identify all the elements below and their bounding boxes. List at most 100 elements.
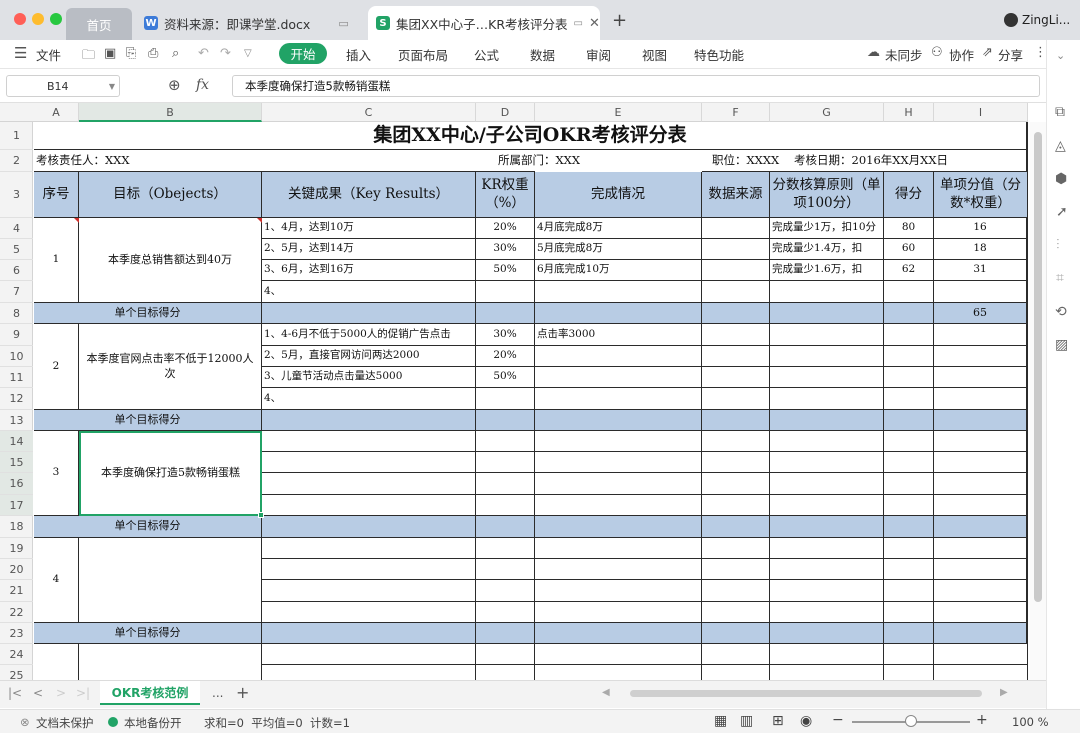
rule-cell[interactable] (770, 452, 884, 473)
objective-cell[interactable]: 本季度确保打造5款畅销蛋糕 (79, 431, 262, 516)
first-sheet-icon[interactable]: |< (8, 686, 22, 700)
value-cell[interactable] (934, 367, 1028, 388)
source-cell[interactable] (702, 602, 770, 623)
objective-cell[interactable]: 本季度总销售额达到40万 (79, 218, 262, 303)
cube-icon[interactable]: ⬢ (1055, 171, 1067, 187)
source-cell[interactable] (702, 559, 770, 580)
sheet-title[interactable]: 集团XX中心/子公司OKR考核评分表 (34, 122, 1028, 150)
row-number[interactable] (34, 644, 79, 680)
zoom-level[interactable]: 100 % (1012, 715, 1049, 729)
status-cell[interactable] (535, 602, 702, 623)
cell[interactable] (535, 644, 702, 665)
status-cell[interactable]: 6月底完成10万 (535, 260, 702, 281)
kr-cell[interactable]: 1、4月，达到10万 (262, 218, 476, 239)
menu-data[interactable]: 数据 (530, 45, 555, 64)
rule-cell[interactable] (770, 324, 884, 346)
score-cell[interactable] (884, 495, 934, 516)
close-window-button[interactable] (14, 13, 26, 25)
zoom-in-button[interactable]: + (976, 712, 988, 728)
sheet-tab-okr[interactable]: OKR考核范例 (100, 681, 200, 705)
scroll-left-icon[interactable]: ◀ (602, 687, 610, 698)
value-cell[interactable] (934, 580, 1028, 602)
sync-button[interactable]: 未同步 (885, 45, 923, 64)
column-header-h[interactable]: H (884, 103, 934, 122)
cell[interactable] (535, 665, 702, 680)
status-cell[interactable]: 4月底完成8万 (535, 218, 702, 239)
subtotal-cell[interactable] (770, 410, 884, 431)
row-header[interactable]: 13 (0, 410, 33, 431)
status-cell[interactable]: 点击率3000 (535, 324, 702, 346)
page-view-icon[interactable]: ▥ (740, 713, 753, 729)
name-box[interactable]: B14 ▼ (6, 75, 120, 97)
zoom-search-icon[interactable]: ⊕ (168, 76, 181, 94)
kr-weight-cell[interactable] (476, 452, 535, 473)
prev-sheet-icon[interactable]: < (33, 686, 43, 700)
subtotal-cell[interactable] (884, 516, 934, 538)
formula-input[interactable]: 本季度确保打造5款畅销蛋糕 (232, 75, 1040, 97)
score-cell[interactable] (884, 431, 934, 452)
cell[interactable] (884, 644, 934, 665)
comment-marker-icon[interactable] (257, 218, 262, 223)
backup-status[interactable]: 本地备份开 (124, 715, 182, 731)
objective-cell[interactable]: 本季度官网点击率不低于12000人次 (79, 324, 262, 410)
subtotal-cell[interactable] (884, 623, 934, 644)
comment-marker-icon[interactable] (74, 218, 79, 223)
source-cell[interactable] (702, 388, 770, 410)
value-cell[interactable] (934, 281, 1028, 303)
column-header-f[interactable]: F (702, 103, 770, 122)
row-header[interactable]: 8 (0, 303, 33, 324)
add-sheet-button[interactable]: + (236, 683, 249, 702)
close-tab-icon[interactable]: ✕ (589, 16, 600, 31)
column-header-b[interactable]: B (79, 103, 262, 122)
rule-cell[interactable]: 完成量少1.6万，扣 (770, 260, 884, 281)
row-number[interactable]: 2 (34, 324, 79, 410)
rule-cell[interactable] (770, 538, 884, 559)
table-header[interactable]: 关键成果（Key Results） (262, 172, 476, 218)
info-dept[interactable]: 所属部门：XXX (476, 150, 580, 172)
kr-cell[interactable]: 2、5月，直接官网访问两达2000 (262, 346, 476, 367)
column-header-a[interactable]: A (34, 103, 79, 122)
source-cell[interactable] (702, 538, 770, 559)
cursor-icon[interactable]: ➚ (1056, 204, 1068, 220)
kr-cell[interactable]: 3、儿童节活动点击量达5000 (262, 367, 476, 388)
kr-cell[interactable]: 3、6月，达到16万 (262, 260, 476, 281)
new-tab-button[interactable]: + (612, 10, 627, 31)
subtotal-cell[interactable] (262, 516, 476, 538)
user-name[interactable]: ZingLi... (1022, 13, 1070, 27)
minimize-window-button[interactable] (32, 13, 44, 25)
value-cell[interactable] (934, 495, 1028, 516)
kr-weight-cell[interactable]: 30% (476, 324, 535, 346)
kr-weight-cell[interactable]: 50% (476, 260, 535, 281)
subtotal-cell[interactable] (770, 623, 884, 644)
fill-handle[interactable] (258, 512, 264, 518)
maximize-window-button[interactable] (50, 13, 62, 25)
row-header[interactable]: 18 (0, 516, 33, 538)
score-cell[interactable] (884, 346, 934, 367)
subtotal-cell[interactable] (476, 303, 535, 324)
scrollbar-thumb[interactable] (1034, 132, 1042, 602)
print-icon[interactable]: ⎙ (148, 46, 158, 61)
subtotal-cell[interactable] (535, 410, 702, 431)
fx-icon[interactable]: fx (196, 77, 209, 93)
table-header[interactable]: 单项分值（分数*权重） (934, 172, 1028, 218)
subtotal-cell[interactable] (262, 623, 476, 644)
row-header[interactable]: 21 (0, 580, 33, 602)
score-cell[interactable] (884, 580, 934, 602)
row-header[interactable]: 12 (0, 388, 33, 410)
objective-cell[interactable] (79, 644, 262, 680)
kr-weight-cell[interactable] (476, 495, 535, 516)
row-header[interactable]: 5 (0, 239, 33, 260)
kr-cell[interactable] (262, 495, 476, 516)
column-header-c[interactable]: C (262, 103, 476, 122)
rule-cell[interactable] (770, 602, 884, 623)
kr-cell[interactable] (262, 602, 476, 623)
kr-cell[interactable]: 1、4-6月不低于5000人的促销广告点击 (262, 324, 476, 346)
kr-weight-cell[interactable] (476, 281, 535, 303)
menu-view[interactable]: 视图 (642, 45, 667, 64)
table-header[interactable]: 目标（Obejects） (79, 172, 262, 218)
table-header[interactable]: 分数核算原则（单项100分） (770, 172, 884, 218)
kr-weight-cell[interactable] (476, 538, 535, 559)
source-cell[interactable] (702, 346, 770, 367)
row-number[interactable]: 4 (34, 538, 79, 623)
spreadsheet-grid[interactable]: 集团XX中心/子公司OKR考核评分表 考核责任人：XXX 所属部门：XXX 职位：XX… (34, 122, 1028, 680)
